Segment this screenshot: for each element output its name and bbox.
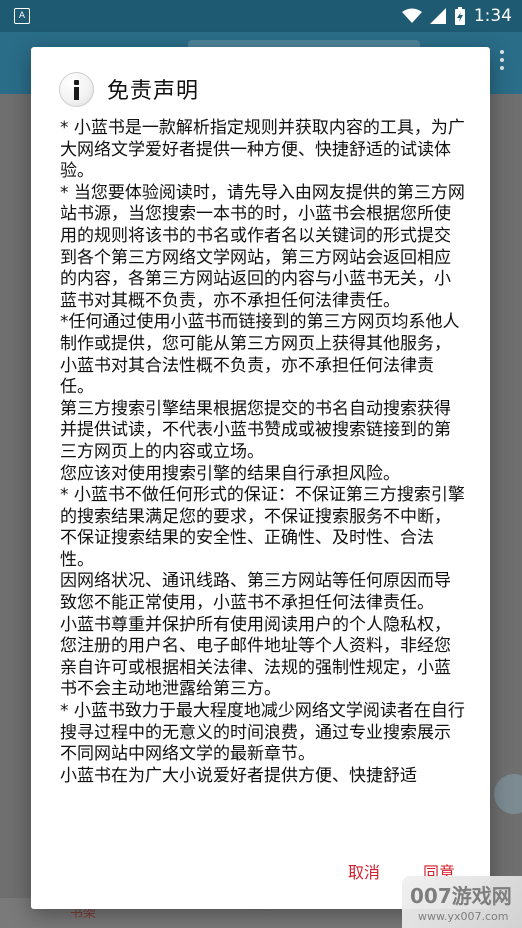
watermark-url: www.yx007.com [418, 910, 509, 923]
status-icons: 1:34 [401, 6, 512, 26]
disclaimer-paragraph: * 小蓝书不做任何形式的保证：不保证第三方搜索引擎的搜索结果满足您的要求，不保证… [60, 485, 465, 570]
dialog-header: 免责声明 [59, 69, 199, 109]
disclaimer-paragraph: 小蓝书在为广大小说爱好者提供方便、快捷舒适 [60, 765, 417, 786]
disclaimer-paragraph: *任何通过使用小蓝书而链接到的第三方网页均系他人制作或提供，您可能从第三方网页上… [60, 312, 460, 398]
disclaimer-paragraph: 小蓝书尊重并保护所有使用阅读用户的个人隐私权，您注册的用户名、电子邮件地址等个人… [60, 614, 451, 700]
app-notification-icon: A [14, 8, 30, 24]
signal-icon [429, 8, 446, 24]
site-watermark: 007游戏网 www.yx007.com [402, 876, 522, 928]
disclaimer-paragraph: 因网络状况、通讯线路、第三方网站等任何原因而导致您不能正常使用，小蓝书不承担任何… [60, 571, 451, 614]
overflow-menu-icon[interactable] [500, 50, 504, 70]
dialog-title: 免责声明 [107, 79, 200, 104]
status-bar: A 1:34 [0, 0, 522, 32]
battery-charging-icon [454, 7, 465, 25]
disclaimer-paragraph: * 小蓝书是一款解析指定规则并获取内容的工具，为广大网络文学爱好者提供一种方便、… [60, 118, 465, 182]
info-icon [59, 71, 94, 107]
wifi-icon [401, 8, 422, 23]
disclaimer-paragraph: * 小蓝书致力于最大程度地减少网络文学阅读者在自行搜寻过程中的无意义的时间浪费，… [60, 701, 465, 765]
disclaimer-paragraph: * 当您要体验阅读时，请先导入由网友提供的第三方网站书源，当您搜索一本书的时，小… [60, 182, 465, 311]
floating-action-button[interactable] [494, 774, 522, 814]
disclaimer-paragraph: 您应该对使用搜索引擎的结果自行承担风险。 [60, 463, 400, 484]
dialog-message[interactable]: * 小蓝书是一款解析指定规则并获取内容的工具，为广大网络文学爱好者提供一种方便、… [60, 118, 466, 884]
cancel-button[interactable]: 取消 [348, 859, 380, 883]
disclaimer-paragraph: 第三方搜索引擎结果根据您提交的书名自动搜索获得并提供试读，不代表小蓝书赞成或被搜… [60, 398, 451, 462]
watermark-brand: 007游戏网 [410, 884, 512, 908]
disclaimer-dialog: 免责声明 * 小蓝书是一款解析指定规则并获取内容的工具，为广大网络文学爱好者提供… [31, 47, 490, 909]
status-time: 1:34 [473, 6, 512, 26]
